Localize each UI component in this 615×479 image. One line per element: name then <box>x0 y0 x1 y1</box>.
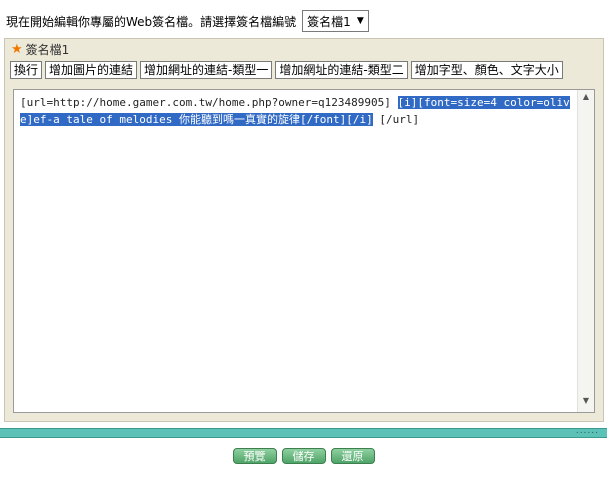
panel-title-label: 簽名檔1 <box>25 42 70 57</box>
resize-grip-icon[interactable]: ...... <box>576 426 599 436</box>
add-image-link-button[interactable]: 增加圖片的連結 <box>45 61 138 79</box>
editor-scrollbar[interactable]: ▲ ▼ <box>577 90 594 412</box>
line-break-button[interactable]: 換行 <box>10 61 43 79</box>
chevron-down-icon[interactable]: ▼ <box>357 16 364 26</box>
scroll-down-icon[interactable]: ▼ <box>578 396 594 410</box>
resize-bar[interactable]: ...... <box>0 426 607 438</box>
star-icon: ★ <box>11 41 23 57</box>
editor-content: [url=http://home.gamer.com.tw/home.php?o… <box>20 94 570 128</box>
editor-text-end: [/url] <box>372 113 420 126</box>
panel-title: ★ 簽名檔1 <box>11 41 69 57</box>
toolbar: 換行 增加圖片的連結 增加網址的連結-類型一 增加網址的連結-類型二 增加字型、… <box>10 61 563 79</box>
signature-select-value: 簽名檔1 <box>307 14 351 29</box>
preview-button[interactable]: 預覽 <box>232 448 277 464</box>
save-button[interactable]: 儲存 <box>281 448 326 464</box>
signature-select[interactable]: 簽名檔1 ▼ <box>302 10 369 32</box>
intro-text: 現在開始編輯你專屬的Web簽名檔。請選擇簽名檔編號 <box>6 14 297 29</box>
restore-button[interactable]: 還原 <box>330 448 375 464</box>
add-url-link-type1-button[interactable]: 增加網址的連結-類型一 <box>140 61 273 79</box>
add-font-style-button[interactable]: 增加字型、顏色、文字大小 <box>410 61 563 79</box>
header-row: 現在開始編輯你專屬的Web簽名檔。請選擇簽名檔編號 簽名檔1 ▼ <box>6 10 369 32</box>
signature-panel: ★ 簽名檔1 換行 增加圖片的連結 增加網址的連結-類型一 增加網址的連結-類型… <box>4 38 604 422</box>
scroll-up-icon[interactable]: ▲ <box>578 92 594 106</box>
add-url-link-type2-button[interactable]: 增加網址的連結-類型二 <box>275 61 408 79</box>
editor-text-start: [url=http://home.gamer.com.tw/home.php?o… <box>20 96 398 109</box>
action-buttons: 預覽 儲存 還原 <box>0 448 607 464</box>
signature-textarea[interactable]: [url=http://home.gamer.com.tw/home.php?o… <box>13 89 595 413</box>
